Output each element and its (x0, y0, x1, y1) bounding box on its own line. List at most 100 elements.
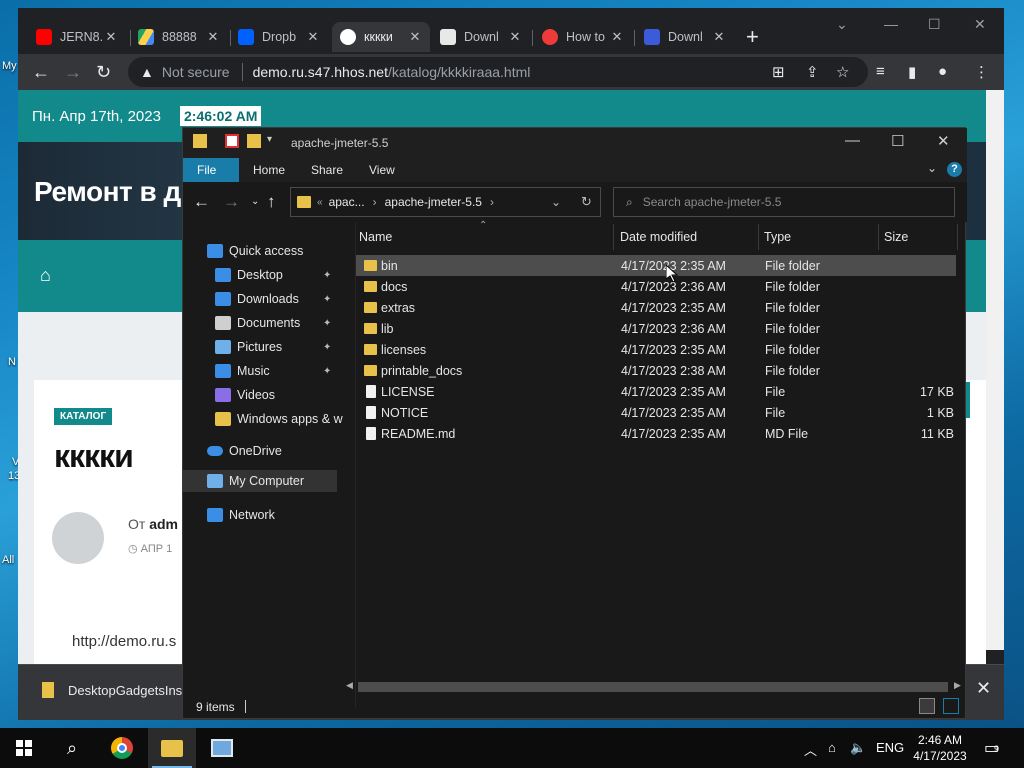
download-item[interactable]: DesktopGadgetsIns... (42, 682, 193, 698)
file-row[interactable]: licenses 4/17/2023 2:35 AM File folder (356, 339, 956, 360)
explorer-taskbar-button[interactable] (148, 728, 196, 768)
clock[interactable]: 2:46 AM 4/17/2023 (906, 732, 974, 764)
app-taskbar-button[interactable] (198, 728, 246, 768)
nav-videos[interactable]: Videos (215, 388, 275, 402)
close-window-icon[interactable]: ✕ (974, 16, 986, 33)
file-row[interactable]: README.md 4/17/2023 2:35 AM MD File 11 KB (356, 423, 956, 444)
new-tab-button[interactable]: + (746, 24, 759, 50)
notifications-icon[interactable]: ▭ 9 (984, 738, 999, 758)
address-bar[interactable]: « apac... › apache-jmeter-5.5 › ⌄ ↻ (290, 187, 601, 217)
ribbon-tab-view[interactable]: View (355, 158, 409, 182)
column-header-date[interactable]: Date modified (620, 230, 697, 244)
chevron-down-icon[interactable]: ⌄ (927, 161, 937, 175)
close-icon[interactable]: ✕ (712, 29, 726, 45)
nav-windows-apps[interactable]: Windows apps & w (215, 412, 355, 426)
breadcrumb-current[interactable]: apache-jmeter-5.5 (385, 195, 482, 209)
pin-icon[interactable]: ✦ (323, 342, 331, 353)
profile-icon[interactable]: ● (938, 63, 947, 80)
tab-wordpress-active[interactable]: кккки ✕ (332, 22, 430, 52)
security-label[interactable]: Not secure (162, 64, 230, 80)
chevron-down-icon[interactable]: ▾ (267, 134, 281, 148)
properties-icon[interactable] (225, 134, 239, 148)
pin-icon[interactable]: ✦ (323, 294, 331, 305)
site-title[interactable]: Ремонт в д (34, 176, 181, 208)
tab-google-drive[interactable]: 88888 ✕ (130, 22, 228, 52)
close-icon[interactable]: ✕ (508, 29, 522, 45)
nav-desktop[interactable]: Desktop ✦ (215, 268, 339, 282)
tab-how-to[interactable]: How to ✕ (534, 22, 632, 52)
chrome-taskbar-button[interactable] (98, 728, 146, 768)
refresh-icon[interactable]: ↻ (581, 194, 592, 210)
chevron-up-icon[interactable]: ︿ (804, 740, 817, 759)
post-url[interactable]: http://demo.ru.s (72, 633, 176, 650)
reload-icon[interactable]: ↻ (96, 62, 111, 83)
file-row[interactable]: bin 4/17/2023 2:35 AM File folder (356, 255, 956, 276)
address-bar[interactable]: ▲ Not secure demo.ru.s47.hhos.net /katal… (128, 57, 868, 87)
bookmark-star-icon[interactable]: ☆ (836, 63, 849, 81)
translate-icon[interactable]: ⊞ (772, 63, 785, 81)
share-icon[interactable]: ⇪ (806, 63, 819, 81)
scroll-left-icon[interactable]: ◀ (346, 680, 353, 691)
maximize-icon[interactable]: ☐ (891, 132, 904, 150)
close-icon[interactable]: ✕ (306, 29, 320, 45)
close-icon[interactable]: ✕ (408, 29, 422, 45)
close-window-icon[interactable]: ✕ (937, 132, 950, 150)
scroll-right-icon[interactable]: ▶ (954, 680, 961, 691)
search-icon[interactable]: ⌕ (48, 728, 96, 768)
tab-youtube[interactable]: JERN8. ✕ (28, 22, 126, 52)
close-icon[interactable]: ✕ (104, 29, 118, 45)
pin-icon[interactable]: ✦ (323, 366, 331, 377)
pin-icon[interactable]: ✦ (323, 318, 331, 329)
home-icon[interactable]: ⌂ (40, 265, 51, 286)
nav-quick-access[interactable]: Quick access (207, 244, 303, 258)
network-icon[interactable]: ⌂ (828, 740, 836, 755)
nav-network[interactable]: Network (207, 508, 275, 522)
tab-download-java[interactable]: Downl ✕ (432, 22, 530, 52)
breadcrumb-parent[interactable]: apac... (329, 195, 365, 209)
file-row[interactable]: NOTICE 4/17/2023 2:35 AM File 1 KB (356, 402, 956, 423)
language-indicator[interactable]: ENG (876, 740, 904, 755)
close-icon[interactable]: ✕ (610, 29, 624, 45)
ribbon-tab-file[interactable]: File (183, 158, 239, 182)
column-header-name[interactable]: Name (359, 230, 392, 244)
file-row[interactable]: lib 4/17/2023 2:36 AM File folder (356, 318, 956, 339)
scroll-thumb[interactable] (358, 682, 948, 692)
ribbon-tab-share[interactable]: Share (297, 158, 357, 182)
minimize-icon[interactable]: — (884, 16, 898, 32)
help-icon[interactable]: ? (947, 162, 962, 177)
tab-search-icon[interactable]: ⌄ (836, 16, 848, 33)
author-name[interactable]: adm (149, 516, 178, 532)
file-row[interactable]: extras 4/17/2023 2:35 AM File folder (356, 297, 956, 318)
back-arrow-icon[interactable]: ← (32, 62, 50, 83)
search-input[interactable]: ⌕ Search apache-jmeter-5.5 (613, 187, 955, 217)
new-folder-icon[interactable] (247, 134, 261, 148)
file-row[interactable]: LICENSE 4/17/2023 2:35 AM File 17 KB (356, 381, 956, 402)
nav-downloads[interactable]: Downloads ✦ (215, 292, 339, 306)
forward-arrow-icon[interactable]: → (223, 192, 240, 212)
details-view-icon[interactable] (919, 698, 935, 714)
chevron-down-icon[interactable]: ⌄ (551, 195, 561, 209)
desktop-icon-label[interactable]: My (2, 60, 17, 72)
file-row[interactable]: printable_docs 4/17/2023 2:38 AM File fold… (356, 360, 956, 381)
nav-onedrive[interactable]: OneDrive (207, 444, 282, 458)
column-header-type[interactable]: Type (764, 230, 791, 244)
horizontal-scrollbar[interactable]: ◀ ▶ (344, 679, 964, 695)
desktop-icon-label[interactable]: All (2, 554, 14, 566)
ribbon-tab-home[interactable]: Home (239, 158, 299, 182)
maximize-icon[interactable]: ☐ (928, 16, 941, 33)
reading-list-icon[interactable]: ≡ (876, 63, 885, 80)
recent-locations-icon[interactable]: ⌄ (251, 196, 259, 207)
start-button[interactable] (0, 728, 48, 768)
close-icon[interactable]: ✕ (206, 29, 220, 45)
large-icons-view-icon[interactable] (943, 698, 959, 714)
desktop-icon-label[interactable]: N (8, 356, 16, 368)
back-arrow-icon[interactable]: ← (193, 192, 210, 212)
up-arrow-icon[interactable]: ↑ (267, 192, 276, 212)
close-downloads-icon[interactable]: ✕ (976, 678, 991, 699)
tab-download[interactable]: Downl ✕ (636, 22, 734, 52)
menu-icon[interactable]: ⋮ (974, 63, 989, 81)
file-row[interactable]: docs 4/17/2023 2:36 AM File folder (356, 276, 956, 297)
pin-icon[interactable]: ✦ (323, 270, 331, 281)
page-scrollbar[interactable] (986, 90, 1004, 650)
nav-music[interactable]: Music ✦ (215, 364, 339, 378)
